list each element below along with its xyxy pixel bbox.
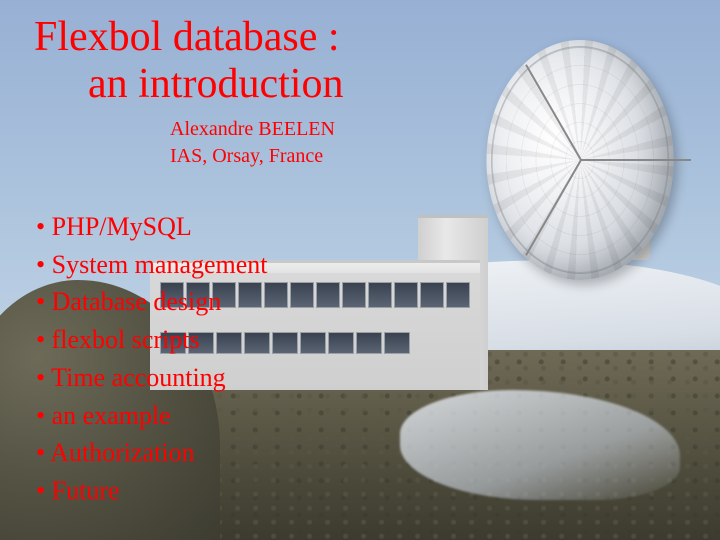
list-item: System management xyxy=(36,246,690,284)
list-item: Database design xyxy=(36,283,690,321)
list-item: Authorization xyxy=(36,434,690,472)
list-item: flexbol scripts xyxy=(36,321,690,359)
author-name: Alexandre BEELEN xyxy=(170,116,690,143)
outline-list: PHP/MySQL System management Database des… xyxy=(36,208,690,510)
title-line-1: Flexbol database : xyxy=(34,14,340,60)
author-affiliation: IAS, Orsay, France xyxy=(170,143,690,170)
list-item: Time accounting xyxy=(36,359,690,397)
author-block: Alexandre BEELEN IAS, Orsay, France xyxy=(170,116,690,170)
list-item: Future xyxy=(36,472,690,510)
slide-content: Flexbol database : an introduction Alexa… xyxy=(0,0,720,522)
list-item: PHP/MySQL xyxy=(36,208,690,246)
list-item: an example xyxy=(36,397,690,435)
title-line-2: an introduction xyxy=(34,61,690,108)
slide-title: Flexbol database : an introduction xyxy=(34,14,690,108)
